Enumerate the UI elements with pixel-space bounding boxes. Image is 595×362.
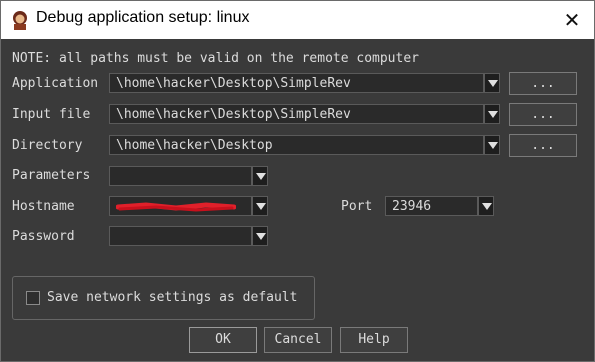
input-file-value: \home\hacker\Desktop\SimpleRev bbox=[116, 107, 351, 122]
port-field[interactable]: 23946 bbox=[385, 196, 478, 216]
save-settings-group: Save network settings as default bbox=[12, 276, 315, 320]
ok-label: OK bbox=[215, 332, 231, 347]
port-label: Port bbox=[341, 199, 373, 214]
directory-browse-label: ... bbox=[531, 138, 555, 153]
input-file-label: Input file bbox=[12, 107, 91, 122]
close-icon[interactable]: ✕ bbox=[557, 7, 587, 33]
input-file-browse-label: ... bbox=[531, 107, 555, 122]
note-text: NOTE: all paths must be valid on the rem… bbox=[12, 51, 419, 66]
port-value: 23946 bbox=[392, 199, 432, 214]
password-label: Password bbox=[12, 229, 75, 244]
save-default-label[interactable]: Save network settings as default bbox=[47, 290, 297, 305]
directory-dropdown-icon[interactable] bbox=[484, 135, 500, 155]
input-file-dropdown-icon[interactable] bbox=[484, 104, 500, 124]
debug-setup-dialog: Debug application setup: linux ✕ NOTE: a… bbox=[0, 0, 595, 362]
title-bar: Debug application setup: linux ✕ bbox=[1, 1, 594, 39]
application-dropdown-icon[interactable] bbox=[484, 73, 500, 93]
redaction-scribble bbox=[116, 202, 236, 212]
directory-label: Directory bbox=[12, 138, 83, 153]
app-icon bbox=[13, 11, 27, 30]
parameters-label: Parameters bbox=[12, 168, 91, 183]
application-label: Application bbox=[12, 76, 99, 91]
application-field[interactable]: \home\hacker\Desktop\SimpleRev bbox=[109, 73, 484, 93]
help-button[interactable]: Help bbox=[340, 327, 408, 353]
password-dropdown-icon[interactable] bbox=[252, 226, 268, 246]
window-title: Debug application setup: linux bbox=[36, 9, 250, 26]
input-file-field[interactable]: \home\hacker\Desktop\SimpleRev bbox=[109, 104, 484, 124]
parameters-field[interactable] bbox=[109, 166, 252, 186]
ok-button[interactable]: OK bbox=[189, 327, 257, 353]
parameters-dropdown-icon[interactable] bbox=[252, 166, 268, 186]
hostname-label: Hostname bbox=[12, 199, 75, 214]
application-value: \home\hacker\Desktop\SimpleRev bbox=[116, 76, 351, 91]
hostname-dropdown-icon[interactable] bbox=[252, 196, 268, 216]
cancel-button[interactable]: Cancel bbox=[264, 327, 332, 353]
directory-browse-button[interactable]: ... bbox=[509, 134, 577, 157]
directory-value: \home\hacker\Desktop bbox=[116, 138, 273, 153]
application-browse-label: ... bbox=[531, 76, 555, 91]
input-file-browse-button[interactable]: ... bbox=[509, 103, 577, 126]
password-field[interactable] bbox=[109, 226, 252, 246]
help-label: Help bbox=[358, 332, 390, 347]
port-dropdown-icon[interactable] bbox=[478, 196, 494, 216]
application-browse-button[interactable]: ... bbox=[509, 72, 577, 95]
directory-field[interactable]: \home\hacker\Desktop bbox=[109, 135, 484, 155]
cancel-label: Cancel bbox=[274, 332, 322, 347]
save-default-checkbox[interactable] bbox=[26, 291, 40, 305]
